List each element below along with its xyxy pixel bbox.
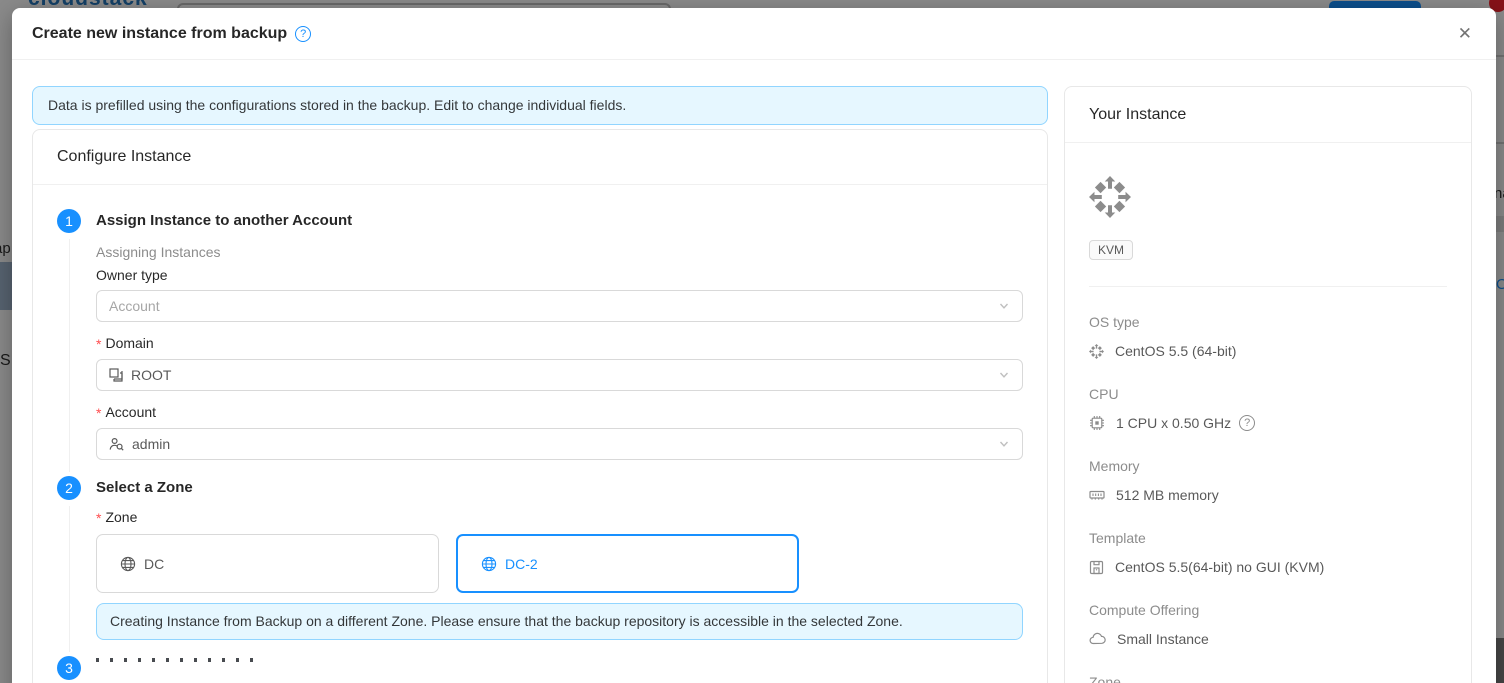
account-label: * Account: [96, 402, 1023, 421]
wizard-steps: 1 Assign Instance to another Account Ass…: [33, 185, 1047, 662]
screen: cloudstack ap S na O Create new instance…: [0, 0, 1504, 683]
your-instance-card: Your Instance: [1064, 86, 1472, 683]
step-1-title: Assign Instance to another Account: [96, 209, 1023, 229]
step-2-badge: 2: [57, 476, 81, 500]
configure-instance-card: Configure Instance 1 Assign Instance to …: [32, 129, 1048, 683]
summary-column: Your Instance: [1064, 86, 1472, 683]
detail-compute-offering: Compute Offering Small Instance: [1089, 602, 1447, 647]
memory-icon: [1089, 487, 1105, 503]
step-2-content: Select a Zone * Zone: [96, 476, 1023, 656]
form-column: Data is prefilled using the configuratio…: [32, 86, 1048, 683]
detail-zone: Zone: [1089, 674, 1447, 683]
centos-logo-icon: [1089, 176, 1131, 218]
template-icon: [1089, 560, 1104, 575]
zone-name: DC-2: [505, 556, 538, 572]
assigning-instances-label: Assigning Instances: [96, 244, 1023, 260]
zone-name: DC: [144, 556, 164, 572]
step-connector: [69, 239, 70, 472]
memory-value: 512 MB memory: [1116, 487, 1219, 503]
zone-card-dc[interactable]: DC: [96, 534, 439, 593]
detail-os-type: OS type CentOS 5.5 (64-bit): [1089, 314, 1447, 359]
step-1-content: Assign Instance to another Account Assig…: [96, 209, 1023, 476]
zone-warning-alert: Creating Instance from Backup on a diffe…: [96, 603, 1023, 640]
compute-offering-value: Small Instance: [1117, 631, 1209, 647]
modal-body: Data is prefilled using the configuratio…: [12, 60, 1496, 683]
owner-type-value: Account: [109, 298, 160, 314]
detail-cpu: CPU 1 CPU x 0.50 GHz ?: [1089, 386, 1447, 431]
domain-value: ROOT: [131, 367, 171, 383]
your-instance-body: KVM OS type CentOS 5.5 (64-bit): [1065, 143, 1471, 683]
detail-template: Template CentOS 5.5(64-bit) no GUI (KVM): [1089, 530, 1447, 575]
cpu-value: 1 CPU x 0.50 GHz: [1116, 415, 1231, 431]
help-icon[interactable]: ?: [295, 26, 311, 42]
zone-card-dc-2[interactable]: DC-2: [456, 534, 799, 593]
cloud-icon: [1089, 632, 1106, 647]
owner-type-select[interactable]: Account: [96, 290, 1023, 322]
hypervisor-tag: KVM: [1089, 240, 1133, 260]
zone-options: DC DC-2: [96, 534, 1023, 593]
modal-header: Create new instance from backup ? ✕: [12, 8, 1496, 60]
your-instance-title: Your Instance: [1065, 87, 1471, 143]
prefill-info-alert: Data is prefilled using the configuratio…: [32, 86, 1048, 125]
step-3-partial: 3: [57, 656, 1023, 662]
domain-select[interactable]: ROOT: [96, 359, 1023, 391]
chevron-down-icon: [998, 369, 1010, 381]
chevron-down-icon: [998, 438, 1010, 450]
user-search-icon: [109, 437, 124, 452]
domain-label: * Domain: [96, 333, 1023, 352]
zone-label: * Zone: [96, 507, 1023, 526]
divider: [1089, 286, 1447, 287]
step-select-zone: 2 Select a Zone * Zone: [57, 476, 1023, 656]
configure-instance-card-title: Configure Instance: [33, 130, 1047, 185]
account-select[interactable]: admin: [96, 428, 1023, 460]
close-icon[interactable]: ✕: [1454, 21, 1476, 46]
chevron-down-icon: [998, 300, 1010, 312]
step-assign-account: 1 Assign Instance to another Account Ass…: [57, 209, 1023, 476]
create-instance-from-backup-modal: Create new instance from backup ? ✕ Data…: [12, 8, 1496, 683]
step-rail: 1: [57, 209, 81, 476]
globe-icon: [120, 556, 136, 572]
cpu-icon: [1089, 415, 1105, 431]
detail-memory: Memory 512 MB memory: [1089, 458, 1447, 503]
template-value: CentOS 5.5(64-bit) no GUI (KVM): [1115, 559, 1324, 575]
step-3-title-clipped: [96, 658, 256, 662]
step-connector: [69, 506, 70, 652]
modal-title: Create new instance from backup: [32, 25, 287, 43]
step-3-badge: 3: [57, 656, 81, 680]
domain-block-icon: [109, 368, 123, 382]
step-rail: 3: [57, 656, 81, 662]
account-value: admin: [132, 436, 170, 452]
owner-type-label: Owner type: [96, 267, 1023, 283]
step-2-title: Select a Zone: [96, 476, 1023, 496]
os-type-value: CentOS 5.5 (64-bit): [1115, 343, 1236, 359]
globe-icon: [481, 556, 497, 572]
cpu-help-icon[interactable]: ?: [1239, 415, 1255, 431]
step-rail: 2: [57, 476, 81, 656]
step-1-badge: 1: [57, 209, 81, 233]
centos-icon: [1089, 344, 1104, 359]
